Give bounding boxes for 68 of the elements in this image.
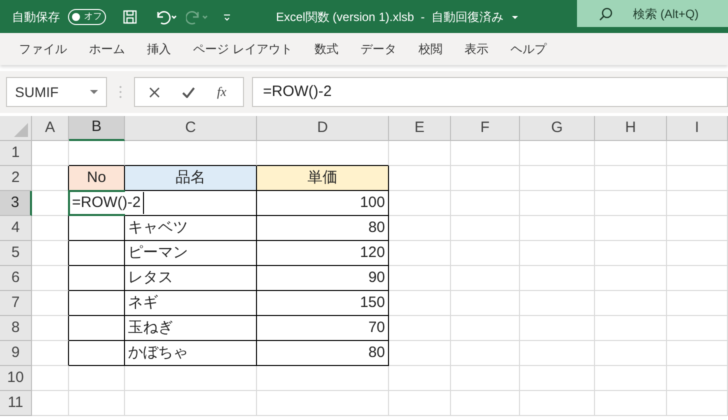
cancel-icon[interactable] — [149, 86, 160, 98]
table-cell: 80 — [257, 341, 389, 366]
table-cell: キャベツ — [125, 216, 257, 241]
empty-cell[interactable] — [69, 341, 125, 366]
name-box[interactable]: SUMIF — [6, 77, 107, 107]
window-title: Excel関数 (version 1).xlsb - 自動回復済み — [276, 8, 504, 26]
dropdown-icon — [90, 89, 98, 95]
ribbon-tab[interactable]: ページ レイアウト — [182, 33, 304, 65]
table-header: 単価 — [257, 166, 389, 191]
row-header[interactable]: 11 — [0, 391, 32, 416]
row-header[interactable]: 9 — [0, 341, 32, 366]
autosave-toggle[interactable]: オフ — [68, 8, 106, 24]
row-header[interactable]: 5 — [0, 241, 32, 266]
search-field[interactable]: 検索 (Alt+Q) — [577, 0, 728, 27]
table-header: No — [69, 166, 125, 191]
column-header[interactable]: H — [595, 116, 667, 141]
ribbon-tab[interactable]: 数式 — [303, 33, 350, 65]
table-cell: かぼちゃ — [125, 341, 257, 366]
redo-icon — [186, 8, 210, 24]
table-cell: レタス — [125, 266, 257, 291]
table-cell: 100 — [257, 191, 389, 216]
table-header: 品名 — [125, 166, 257, 191]
insert-function-button[interactable]: fx — [217, 82, 226, 102]
table-cell: ピーマン — [125, 241, 257, 266]
row-header[interactable]: 3 — [0, 191, 32, 216]
row-header[interactable]: 4 — [0, 216, 32, 241]
table-cell: 玉ねぎ — [125, 316, 257, 341]
ribbon-tab[interactable]: ファイル — [8, 33, 78, 65]
cell-editor[interactable]: =ROW()-2 — [70, 192, 144, 214]
table-cell: 80 — [257, 216, 389, 241]
ribbon-tab[interactable]: ホーム — [78, 33, 136, 65]
column-header[interactable]: D — [257, 116, 389, 141]
column-header[interactable]: C — [125, 116, 257, 141]
table-cell: ネギ — [125, 291, 257, 316]
column-header[interactable]: E — [389, 116, 451, 141]
column-header[interactable]: F — [451, 116, 520, 141]
row-header[interactable]: 6 — [0, 266, 32, 291]
search-icon — [599, 6, 613, 20]
row-header[interactable]: 7 — [0, 291, 32, 316]
column-header[interactable]: G — [520, 116, 595, 141]
ribbon-tab[interactable]: ヘルプ — [499, 33, 558, 65]
active-cell[interactable]: =ROW()-2 — [69, 191, 257, 216]
empty-cell[interactable] — [69, 291, 125, 316]
empty-cell[interactable] — [69, 266, 125, 291]
ribbon-tab[interactable]: 表示 — [453, 33, 500, 65]
table-cell: 150 — [257, 291, 389, 316]
row-header[interactable]: 1 — [0, 141, 32, 166]
row-header[interactable]: 10 — [0, 366, 32, 391]
select-all-icon[interactable] — [14, 123, 28, 137]
row-header[interactable]: 8 — [0, 316, 32, 341]
row-header[interactable]: 2 — [0, 166, 32, 191]
ribbon-tab[interactable]: 校閲 — [407, 33, 454, 65]
save-icon[interactable] — [122, 8, 138, 24]
table-cell: 70 — [257, 316, 389, 341]
ribbon-tab[interactable]: 挿入 — [136, 33, 182, 65]
column-header[interactable]: B — [69, 116, 125, 141]
empty-cell[interactable] — [69, 241, 125, 266]
ribbon-tab[interactable]: データ — [349, 33, 408, 65]
column-header[interactable]: I — [667, 116, 728, 141]
table-cell: 120 — [257, 241, 389, 266]
table-cell: 90 — [257, 266, 389, 291]
formula-field[interactable]: =ROW()-2 — [252, 77, 728, 107]
column-header[interactable]: A — [32, 116, 69, 141]
customize-icon[interactable] — [222, 12, 232, 22]
check-icon[interactable] — [182, 86, 195, 98]
empty-cell[interactable] — [69, 216, 125, 241]
autosave-label: 自動保存 — [12, 8, 60, 26]
empty-cell[interactable] — [69, 316, 125, 341]
